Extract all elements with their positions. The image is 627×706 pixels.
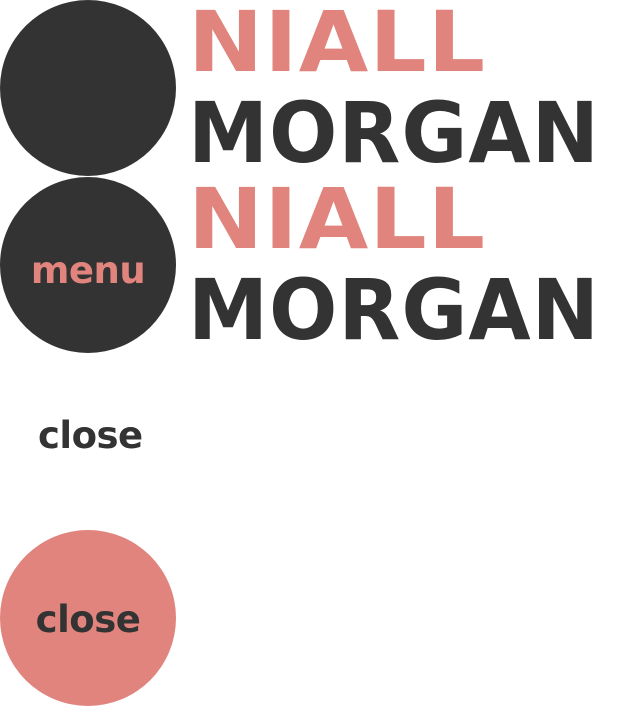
menu-button-label: menu xyxy=(30,248,146,292)
brand-first-name: NIALL xyxy=(188,0,487,91)
brand-last-name: MORGAN xyxy=(188,84,600,182)
brand-last-name: MORGAN xyxy=(188,261,600,359)
close-link[interactable]: close xyxy=(38,417,143,454)
close-button[interactable]: close xyxy=(0,530,176,706)
brand-first-name: NIALL xyxy=(188,170,487,268)
close-button-label: close xyxy=(35,597,141,641)
menu-circle-button[interactable] xyxy=(0,0,176,176)
brand-logo-hover[interactable]: NIALL MORGAN xyxy=(188,177,627,353)
header-default: NIALL MORGAN xyxy=(0,0,627,178)
header-hover: menu NIALL MORGAN xyxy=(0,177,627,355)
menu-button[interactable]: menu xyxy=(0,177,176,353)
brand-logo[interactable]: NIALL MORGAN xyxy=(188,0,627,176)
